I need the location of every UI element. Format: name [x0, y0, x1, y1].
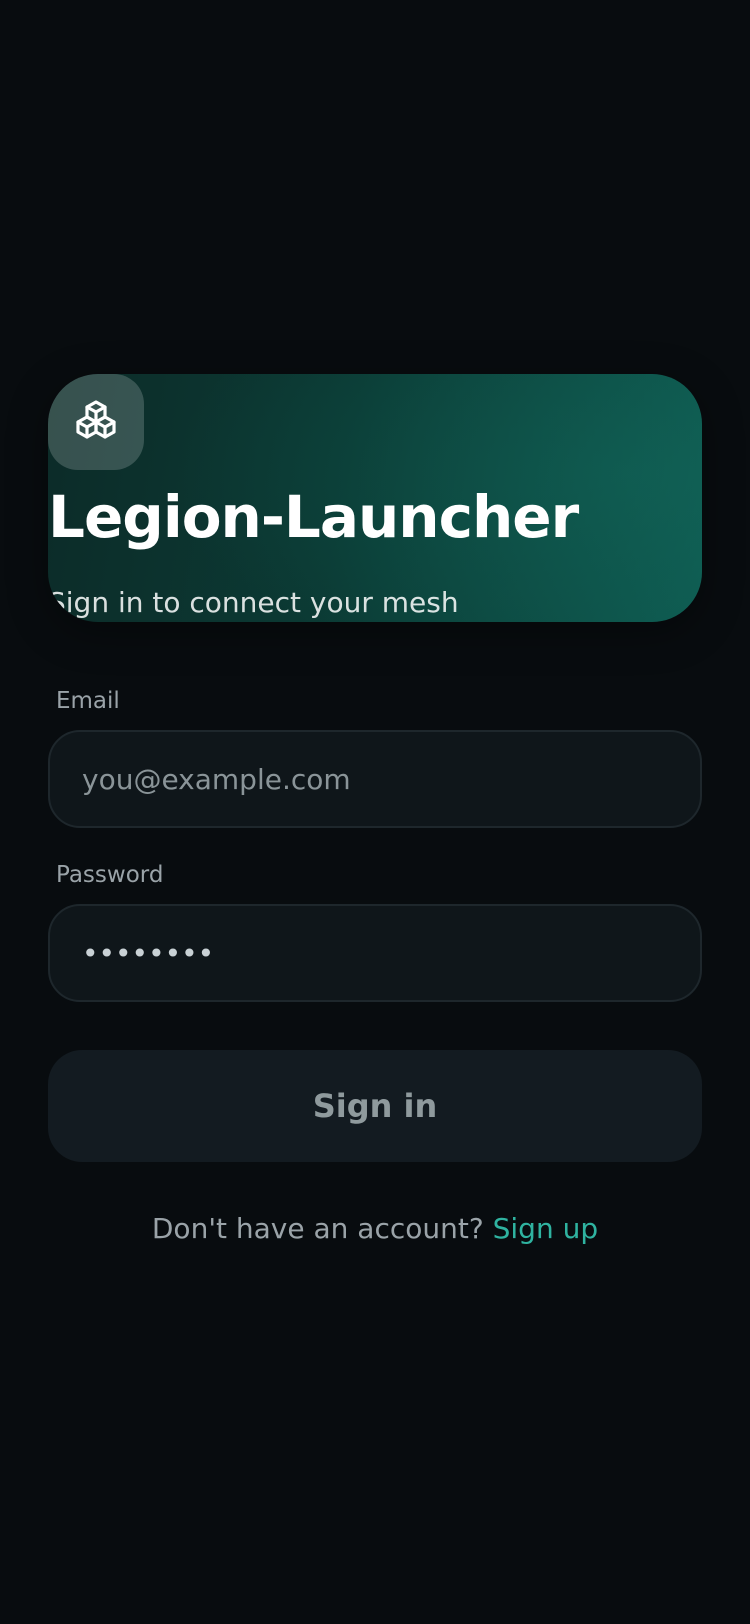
app-title: Legion-Launcher: [48, 483, 579, 551]
logo-tile: [48, 374, 144, 470]
signup-prompt-text: Don't have an account?: [151, 1212, 484, 1245]
signup-prompt: Don't have an account? Sign up: [0, 1212, 750, 1245]
cubes-icon: [76, 400, 116, 439]
app-subtitle: Sign in to connect your mesh: [48, 586, 459, 619]
email-label: Email: [56, 688, 120, 714]
password-field[interactable]: [50, 906, 700, 1000]
password-field-container: [48, 904, 702, 1002]
sign-in-button[interactable]: Sign in: [48, 1050, 702, 1162]
password-label: Password: [56, 862, 164, 888]
hero-card: Legion-Launcher Sign in to connect your …: [48, 374, 702, 622]
email-field[interactable]: [50, 732, 700, 826]
sign-up-link[interactable]: Sign up: [493, 1212, 599, 1245]
email-field-container: [48, 730, 702, 828]
